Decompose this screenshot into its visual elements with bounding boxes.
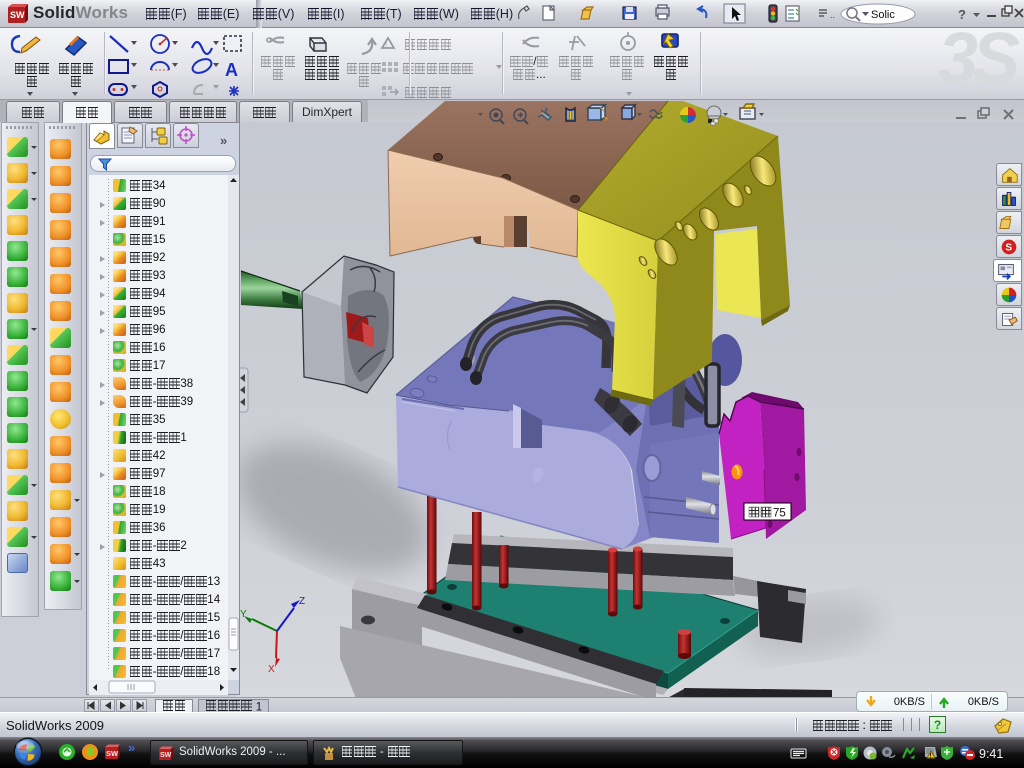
svg-text:Y: Y (240, 609, 247, 620)
svg-text:75: 75 (773, 508, 786, 520)
svg-text:SW: SW (106, 749, 119, 758)
svg-text:SW: SW (160, 752, 172, 759)
svg-text:X: X (268, 664, 275, 675)
svg-text:S: S (1005, 243, 1012, 254)
svg-text:9:41: 9:41 (979, 747, 1003, 761)
svg-text:Z: Z (299, 596, 305, 607)
svg-text:!: ! (930, 754, 932, 760)
